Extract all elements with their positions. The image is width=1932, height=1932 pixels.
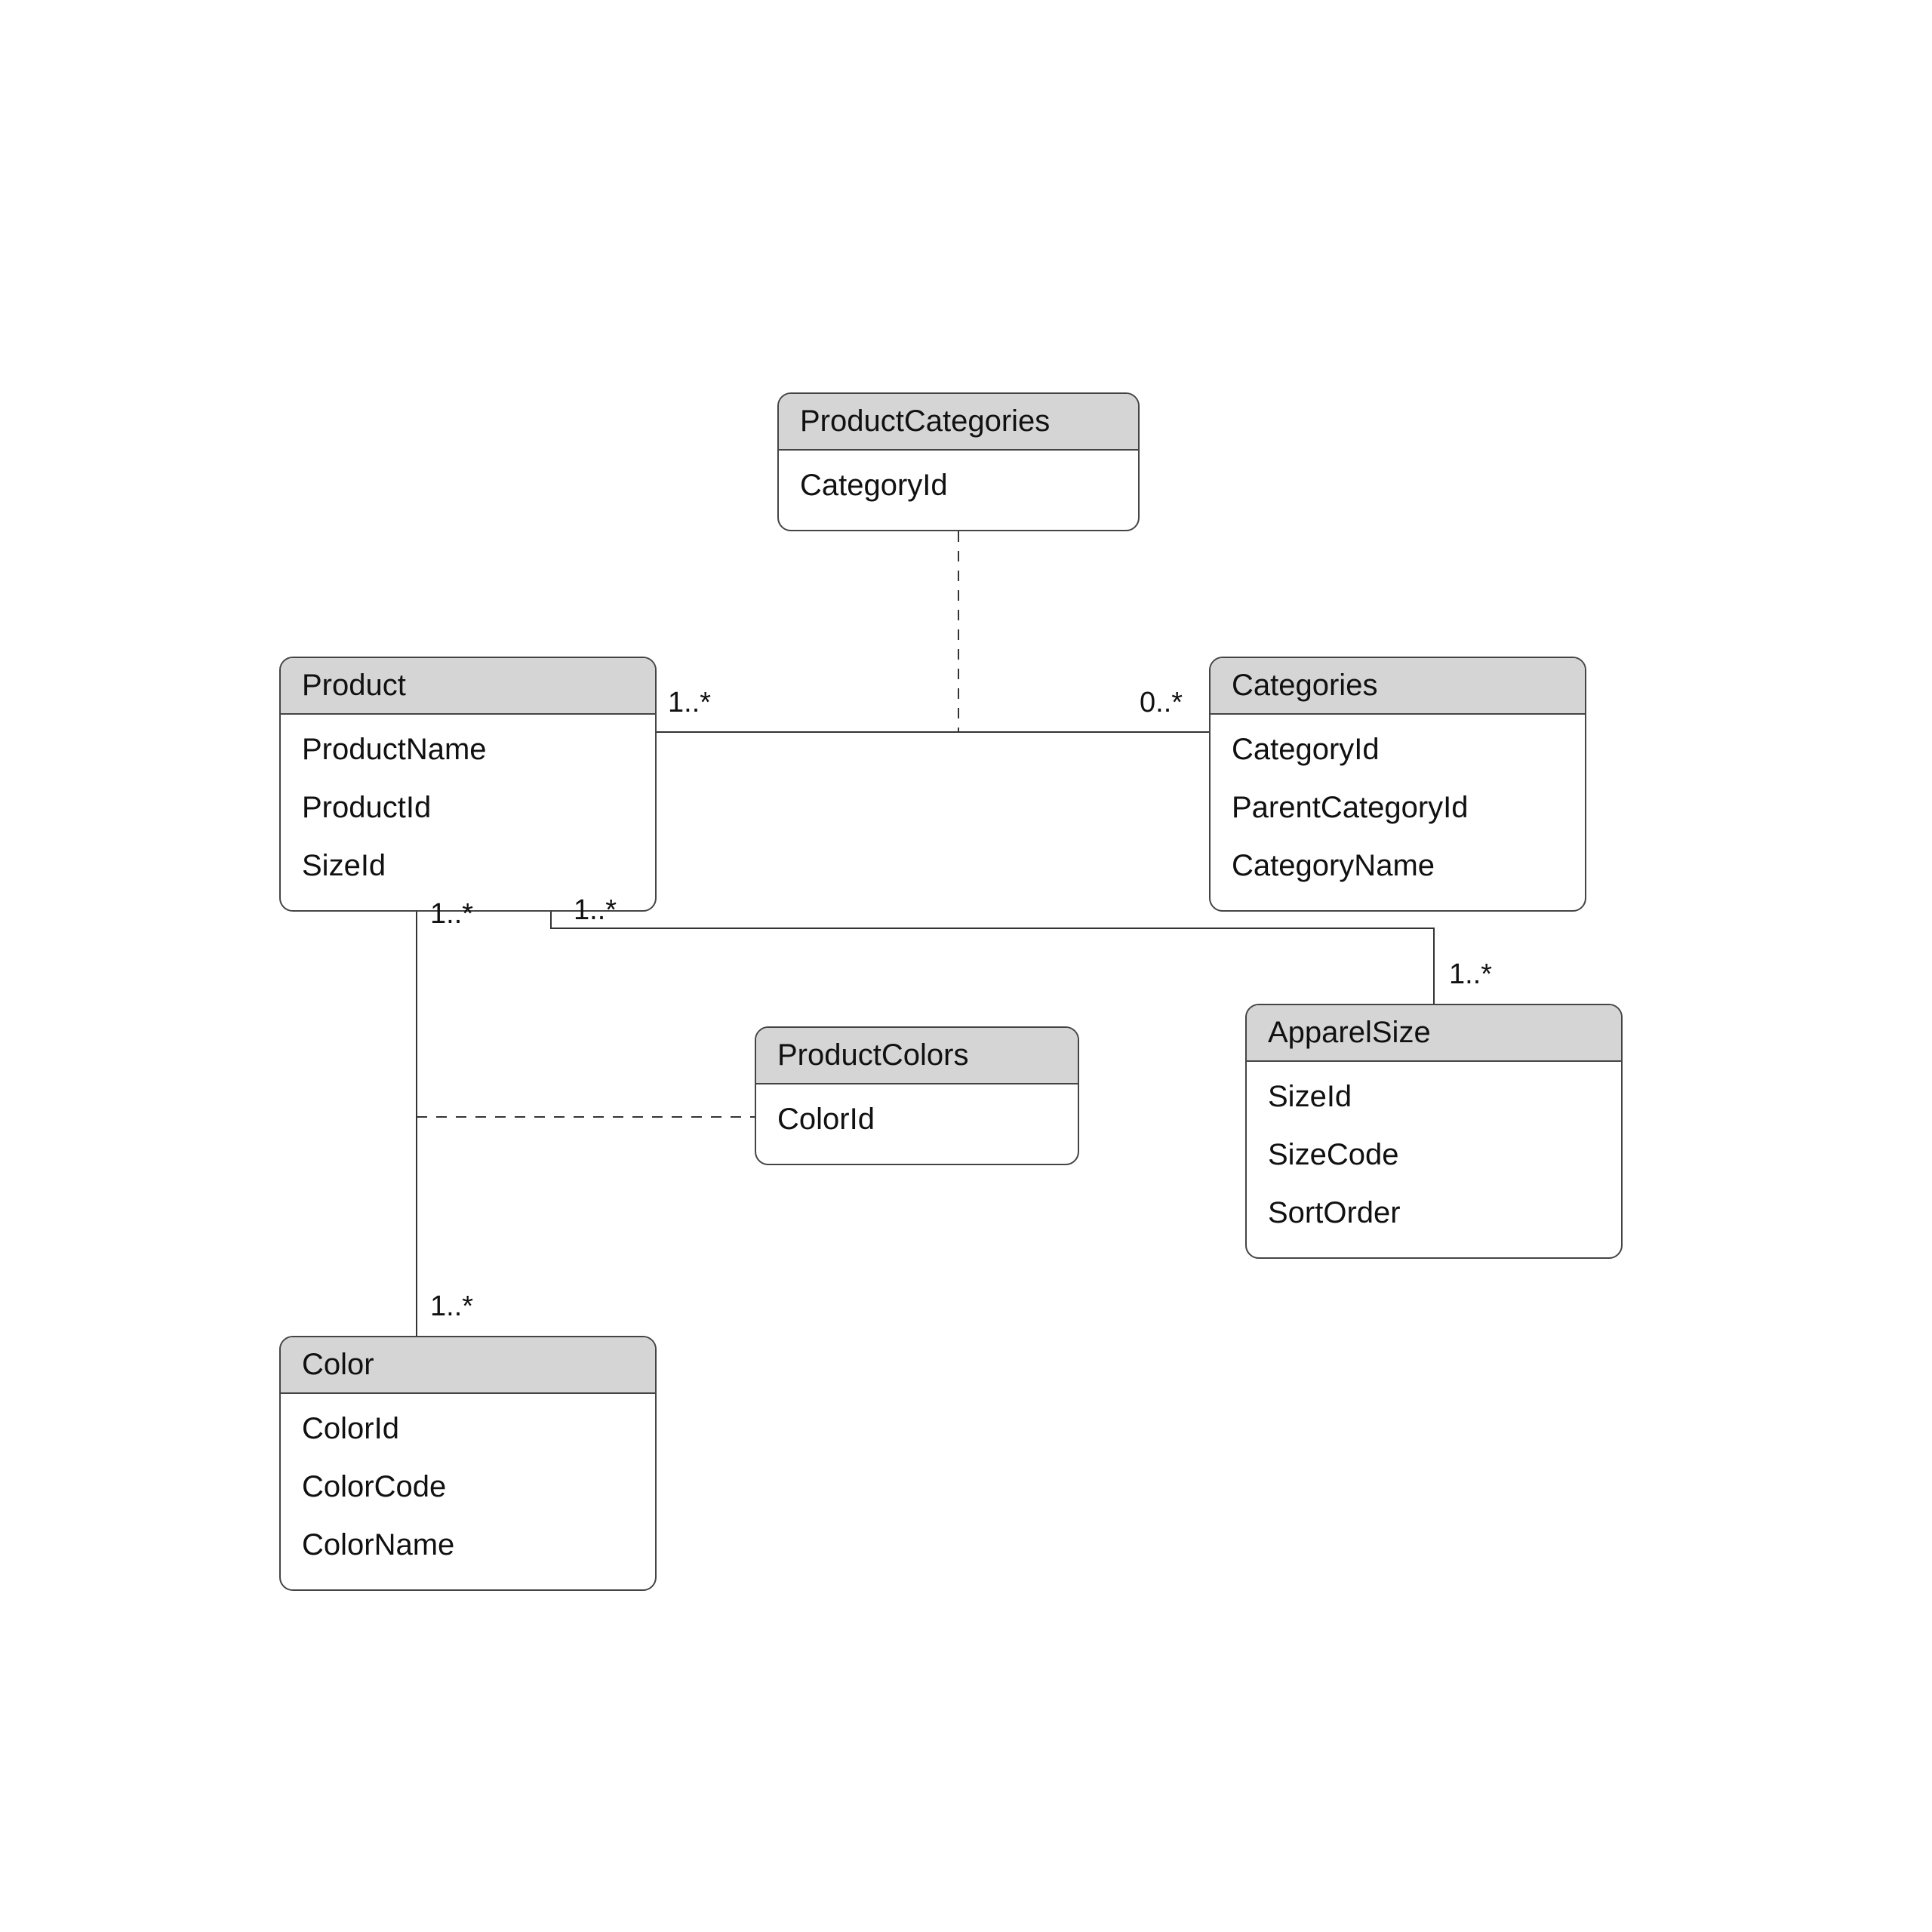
entity-title: Color [281, 1337, 655, 1394]
entity-attr: ParentCategoryId [1232, 779, 1564, 837]
entity-attr: ColorId [777, 1091, 1057, 1149]
entity-title: ApparelSize [1247, 1005, 1621, 1062]
uml-canvas: ProductCategories CategoryId Product Pro… [0, 0, 1932, 1932]
mult-product-categories-left: 1..* [668, 687, 711, 719]
connectors [0, 0, 1932, 1932]
entity-attr: SizeId [302, 837, 634, 895]
entity-attr: ColorName [302, 1516, 634, 1574]
entity-attr: ProductId [302, 779, 634, 837]
mult-product-categories-right: 0..* [1140, 687, 1183, 719]
entity-title: ProductColors [756, 1028, 1078, 1084]
entity-attr: ProductName [302, 721, 634, 779]
entity-attr: SortOrder [1268, 1184, 1600, 1242]
entity-apparel-size: ApparelSize SizeId SizeCode SortOrder [1245, 1004, 1623, 1259]
entity-attr: SizeCode [1268, 1126, 1600, 1184]
entity-attr: CategoryId [1232, 721, 1564, 779]
mult-product-color-bottom: 1..* [430, 1291, 473, 1323]
mult-product-size-right: 1..* [1449, 958, 1492, 991]
entity-product-colors: ProductColors ColorId [755, 1026, 1079, 1165]
entity-color: Color ColorId ColorCode ColorName [279, 1336, 657, 1591]
entity-title: Product [281, 658, 655, 715]
entity-product: Product ProductName ProductId SizeId [279, 657, 657, 912]
entity-product-categories: ProductCategories CategoryId [777, 392, 1140, 531]
mult-product-color-top: 1..* [430, 898, 473, 931]
entity-attr: CategoryName [1232, 837, 1564, 895]
entity-title: ProductCategories [779, 394, 1138, 451]
entity-attr: ColorId [302, 1400, 634, 1458]
mult-product-size-left: 1..* [574, 894, 617, 927]
entity-attr: ColorCode [302, 1458, 634, 1516]
entity-attr: CategoryId [800, 457, 1117, 515]
entity-categories: Categories CategoryId ParentCategoryId C… [1209, 657, 1586, 912]
entity-title: Categories [1211, 658, 1585, 715]
entity-attr: SizeId [1268, 1068, 1600, 1126]
